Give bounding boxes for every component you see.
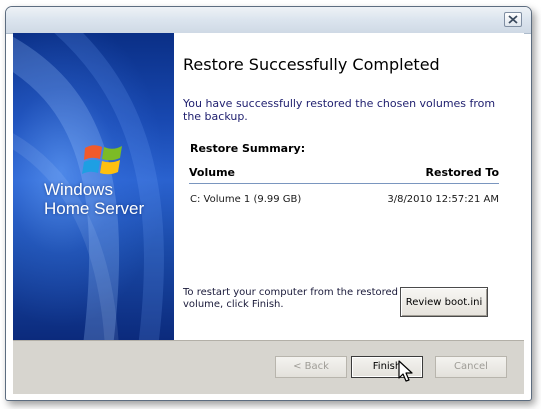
column-header-volume: Volume xyxy=(189,166,235,179)
restart-instructions: To restart your computer from the restor… xyxy=(183,287,399,310)
intro-text: You have successfully restored the chose… xyxy=(183,97,496,123)
table-header-divider xyxy=(189,183,499,184)
mouse-pointer-icon xyxy=(398,360,413,382)
windows-flag-icon xyxy=(82,145,122,175)
brand-banner: Windows Home Server xyxy=(13,33,174,340)
cancel-button[interactable]: Cancel xyxy=(435,356,507,378)
page-title: Restore Successfully Completed xyxy=(183,55,440,74)
table-cell-restored-to: 3/8/2010 12:57:21 AM xyxy=(387,194,499,205)
button-bar: < Back Finish Cancel xyxy=(13,340,524,394)
brand-name-line2: Home Server xyxy=(44,199,145,218)
review-boot-ini-button[interactable]: Review boot.ini xyxy=(400,287,488,317)
close-icon xyxy=(508,15,518,24)
brand-name-line1: Windows xyxy=(44,180,113,199)
summary-label: Restore Summary: xyxy=(190,142,306,155)
close-button[interactable] xyxy=(504,12,522,27)
column-header-restored-to: Restored To xyxy=(425,166,499,179)
table-cell-volume: C: Volume 1 (9.99 GB) xyxy=(190,194,302,205)
dialog-window: Windows Home Server Restore Successfully… xyxy=(5,6,532,401)
content-pane: Restore Successfully Completed You have … xyxy=(174,33,524,340)
title-bar[interactable] xyxy=(6,7,531,34)
back-button[interactable]: < Back xyxy=(275,356,347,378)
